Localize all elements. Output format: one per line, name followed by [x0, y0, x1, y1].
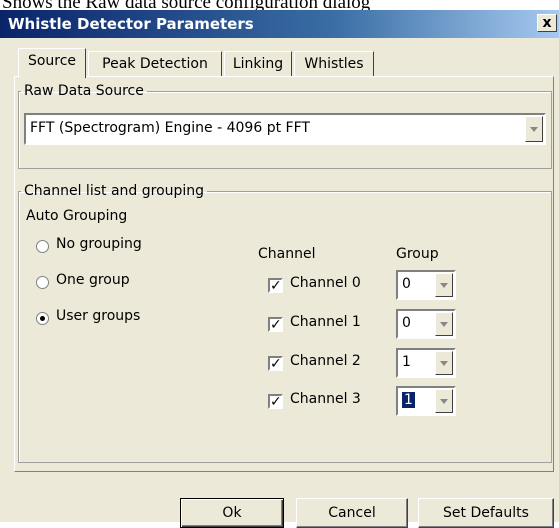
channel-0-group-select[interactable]: 0 [396, 270, 456, 300]
channel-2-group-select[interactable]: 1 [396, 348, 456, 378]
channel-2-group-value: 1 [402, 354, 411, 370]
channel-1-group-value: 0 [402, 315, 411, 331]
tab-peak-detection[interactable]: Peak Detection [88, 51, 222, 77]
channel-0-group-value: 0 [402, 276, 411, 292]
close-button[interactable]: x [537, 14, 557, 32]
tab-source[interactable]: Source [18, 48, 86, 78]
raw-data-source-select[interactable]: FFT (Spectrogram) Engine - 4096 pt FFT [24, 113, 546, 145]
chevron-down-icon[interactable] [435, 389, 453, 413]
channel-1-group-select[interactable]: 0 [396, 309, 456, 339]
channel-1-label: Channel 1 [290, 314, 361, 330]
cancel-button[interactable]: Cancel [296, 498, 408, 528]
group-column-header: Group [396, 246, 439, 262]
channel-3-group-select[interactable]: 1 [396, 386, 456, 416]
channel-3-label: Channel 3 [290, 391, 361, 407]
channel-column-header: Channel [258, 246, 316, 262]
raw-data-source-legend: Raw Data Source [24, 83, 144, 99]
channel-2-checkbox[interactable]: ✓ [268, 356, 283, 371]
one-group-radio[interactable] [36, 276, 49, 289]
raw-data-source-value: FFT (Spectrogram) Engine - 4096 pt FFT [30, 120, 310, 136]
background-document-text: Shows the Raw data source configuration … [2, 0, 370, 10]
chevron-down-icon[interactable] [525, 116, 543, 142]
channel-2-label: Channel 2 [290, 353, 361, 369]
user-groups-label: User groups [56, 308, 141, 324]
user-groups-radio[interactable] [36, 312, 49, 325]
tab-linking[interactable]: Linking [224, 51, 292, 77]
channel-3-group-value: 1 [402, 392, 415, 408]
set-defaults-button[interactable]: Set Defaults [418, 498, 554, 528]
chevron-down-icon[interactable] [435, 312, 453, 336]
chevron-down-icon[interactable] [435, 273, 453, 297]
channel-0-checkbox[interactable]: ✓ [268, 278, 283, 293]
tab-whistles[interactable]: Whistles [294, 51, 374, 77]
window-title: Whistle Detector Parameters [8, 15, 254, 33]
chevron-down-icon[interactable] [435, 351, 453, 375]
channel-3-checkbox[interactable]: ✓ [268, 394, 283, 409]
ok-button[interactable]: Ok [180, 498, 284, 528]
title-bar[interactable]: Whistle Detector Parameters x [0, 10, 559, 38]
auto-grouping-label: Auto Grouping [26, 208, 128, 224]
no-grouping-radio[interactable] [36, 240, 49, 253]
channel-1-checkbox[interactable]: ✓ [268, 317, 283, 332]
no-grouping-label: No grouping [56, 236, 142, 252]
channel-0-label: Channel 0 [290, 275, 361, 291]
one-group-label: One group [56, 272, 130, 288]
channel-grouping-legend: Channel list and grouping [24, 183, 205, 199]
whistle-detector-dialog: Whistle Detector Parameters x Source Pea… [0, 10, 559, 528]
